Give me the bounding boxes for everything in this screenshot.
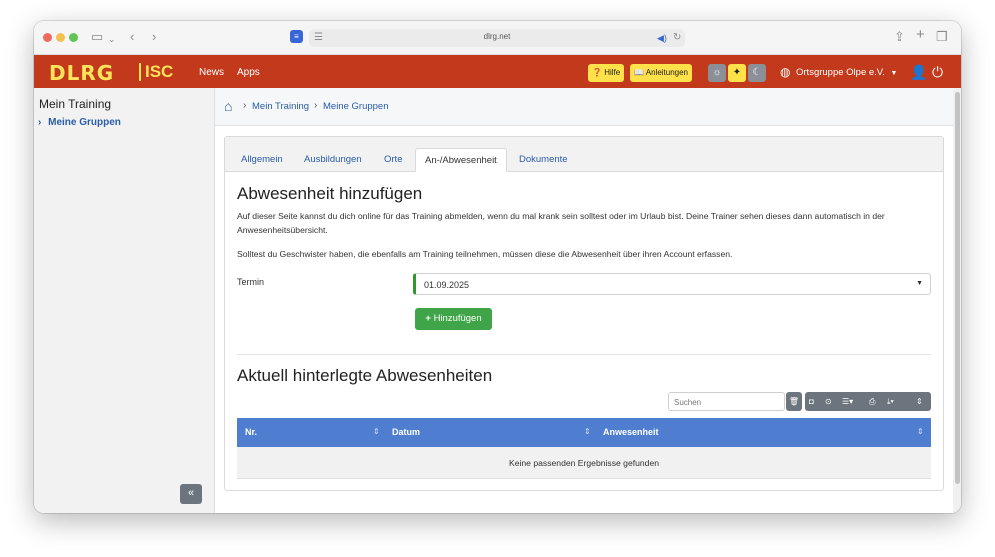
light-theme-button[interactable]: ☼ — [708, 64, 726, 82]
tab-overview-icon[interactable]: ❐ — [936, 29, 948, 45]
close-window-button[interactable] — [43, 33, 52, 42]
browser-toolbar: ▭ ⌄ ‹ › ≡ ☰ dlrg.net ◀) ↻ ⇪ + ❐ — [34, 21, 961, 55]
clear-search-button[interactable]: 🗑 — [786, 392, 802, 411]
help-button[interactable]: ❓ Hilfe — [588, 64, 625, 82]
back-icon[interactable]: ‹ — [130, 29, 134, 45]
tab-orte[interactable]: Orte — [384, 154, 402, 165]
reload-icon[interactable]: ↻ — [673, 30, 681, 46]
logo-divider — [139, 63, 141, 81]
browser-window: ▭ ⌄ ‹ › ≡ ☰ dlrg.net ◀) ↻ ⇪ + ❐ DLRG ISC… — [34, 21, 961, 513]
question-circle-icon: ❓ — [592, 68, 602, 77]
breadcrumb-separator: › — [243, 100, 247, 111]
absences-heading: Aktuell hinterlegte Abwesenheiten — [237, 366, 493, 385]
org-dropdown[interactable]: Ortsgruppe Olpe e.V. ▼ — [796, 67, 897, 78]
sidebar-item-label: Meine Gruppen — [48, 117, 121, 128]
tab-allgemein[interactable]: Allgemein — [241, 154, 283, 165]
absences-search-input[interactable]: Suchen — [668, 392, 785, 411]
tab-favicon-icon[interactable]: ≡ — [290, 30, 303, 43]
minimize-window-button[interactable] — [56, 33, 65, 42]
breadcrumb-meine-gruppen[interactable]: Meine Gruppen — [323, 101, 388, 112]
main-content: ⌂ › Mein Training › Meine Gruppen Allgem… — [215, 88, 961, 513]
sort-icon[interactable]: ⇕ — [916, 392, 923, 411]
nav-apps-link[interactable]: Apps — [237, 67, 260, 78]
tab-ausbildungen[interactable]: Ausbildungen — [304, 154, 362, 165]
org-label: Ortsgruppe Olpe e.V. — [796, 67, 885, 78]
help-label: Hilfe — [604, 68, 621, 77]
column-nr[interactable]: Nr. — [245, 427, 257, 437]
columns-icon[interactable]: ☰▾ — [842, 392, 853, 411]
siblings-note-text: Solltest du Geschwister haben, die ebenf… — [237, 249, 733, 259]
caret-down-icon: ▼ — [916, 280, 923, 287]
zoom-window-button[interactable] — [69, 33, 78, 42]
section-divider — [237, 354, 931, 355]
globe-icon: ◍ — [780, 65, 791, 79]
tab-an-abwesenheit[interactable]: An-/Abwesenheit — [415, 148, 507, 172]
user-icon[interactable]: 👤 — [910, 64, 927, 81]
group-card: Allgemein Ausbildungen Orte An-/Abwesenh… — [224, 136, 944, 491]
book-icon: 📖 — [634, 68, 644, 77]
logout-icon[interactable]: ⏻ — [932, 64, 943, 81]
page-scrollbar[interactable] — [953, 88, 961, 513]
address-bar[interactable]: ☰ dlrg.net ◀) ↻ — [309, 29, 685, 47]
breadcrumb-separator: › — [314, 100, 318, 111]
sidebar-item-meine-gruppen[interactable]: › Meine Gruppen — [38, 117, 121, 128]
termin-select[interactable]: 01.09.2025 ▼ — [413, 273, 931, 295]
sun-icon: ☼ — [712, 67, 722, 78]
tab-dokumente[interactable]: Dokumente — [519, 154, 568, 165]
termin-select-value: 01.09.2025 — [424, 280, 470, 290]
toggle-pagination-icon[interactable]: ◘ — [809, 392, 814, 411]
logo-isc[interactable]: ISC — [145, 62, 173, 82]
sort-icon[interactable]: ⇕ — [584, 427, 591, 436]
column-datum[interactable]: Datum — [392, 427, 420, 437]
moon-icon: ☾ — [752, 67, 762, 78]
tab-bar: Allgemein Ausbildungen Orte An-/Abwesenh… — [225, 137, 943, 172]
dark-theme-button[interactable]: ☾ — [748, 64, 766, 82]
toggle-view-icon[interactable]: ⊙ — [825, 392, 832, 411]
sort-icon[interactable]: ⇕ — [373, 427, 380, 436]
breadcrumb-mein-training[interactable]: Mein Training — [252, 101, 309, 112]
forward-icon[interactable]: › — [152, 29, 156, 45]
absence-form-heading: Abwesenheit hinzufügen — [237, 184, 423, 203]
add-absence-button[interactable]: + Hinzufügen — [415, 308, 492, 330]
sidebar-title: Mein Training — [39, 97, 112, 111]
sidebar-toggle-icon[interactable]: ▭ — [91, 29, 103, 45]
new-tab-icon[interactable]: + — [916, 27, 925, 43]
sort-icon[interactable]: ⇕ — [917, 427, 924, 436]
guides-button[interactable]: 📖 Anleitungen — [630, 64, 693, 82]
column-anwesenheit[interactable]: Anwesenheit — [603, 427, 659, 437]
add-absence-label: Hinzufügen — [433, 313, 482, 324]
termin-label: Termin — [237, 277, 265, 287]
sidebar: Mein Training › Meine Gruppen « — [34, 88, 215, 513]
table-toolbar: ◘ ⊙ ☰▾ ⎙ ⤓▾ ⇕ — [805, 392, 931, 411]
absence-intro-text: Auf dieser Seite kannst du dich online f… — [237, 211, 885, 235]
table-row: Keine passenden Ergebnisse gefunden — [237, 447, 931, 479]
breadcrumb: ⌂ › Mein Training › Meine Gruppen — [215, 88, 953, 126]
home-icon[interactable]: ⌂ — [224, 98, 232, 114]
share-icon[interactable]: ⇪ — [894, 29, 905, 45]
scrollbar-thumb[interactable] — [955, 92, 960, 484]
empty-table-text: Keine passenden Ergebnisse gefunden — [508, 458, 660, 468]
caret-down-icon: ▼ — [890, 70, 898, 77]
guides-label: Anleitungen — [645, 68, 689, 77]
logo-dlrg[interactable]: DLRG — [49, 61, 114, 85]
nav-news-link[interactable]: News — [199, 67, 224, 78]
search-placeholder: Suchen — [674, 398, 702, 407]
magic-wand-icon: ✦ — [732, 67, 742, 78]
audio-icon[interactable]: ◀) — [657, 30, 667, 46]
url-text: dlrg.net — [483, 32, 511, 41]
chevron-down-icon[interactable]: ⌄ — [108, 31, 116, 47]
absences-table-header: Nr. ⇕ Datum ⇕ Anwesenheit ⇕ — [237, 418, 931, 447]
export-icon[interactable]: ⤓▾ — [887, 392, 894, 411]
app-navbar: DLRG ISC News Apps ❓ Hilfe 📖 Anleitungen… — [34, 55, 961, 88]
print-icon[interactable]: ⎙ — [869, 392, 875, 411]
trash-icon: 🗑 — [788, 397, 800, 406]
collapse-sidebar-button[interactable]: « — [180, 484, 202, 504]
chevron-right-icon: › — [38, 117, 42, 128]
plus-icon: + — [425, 313, 431, 324]
auto-theme-button[interactable]: ✦ — [728, 64, 746, 82]
